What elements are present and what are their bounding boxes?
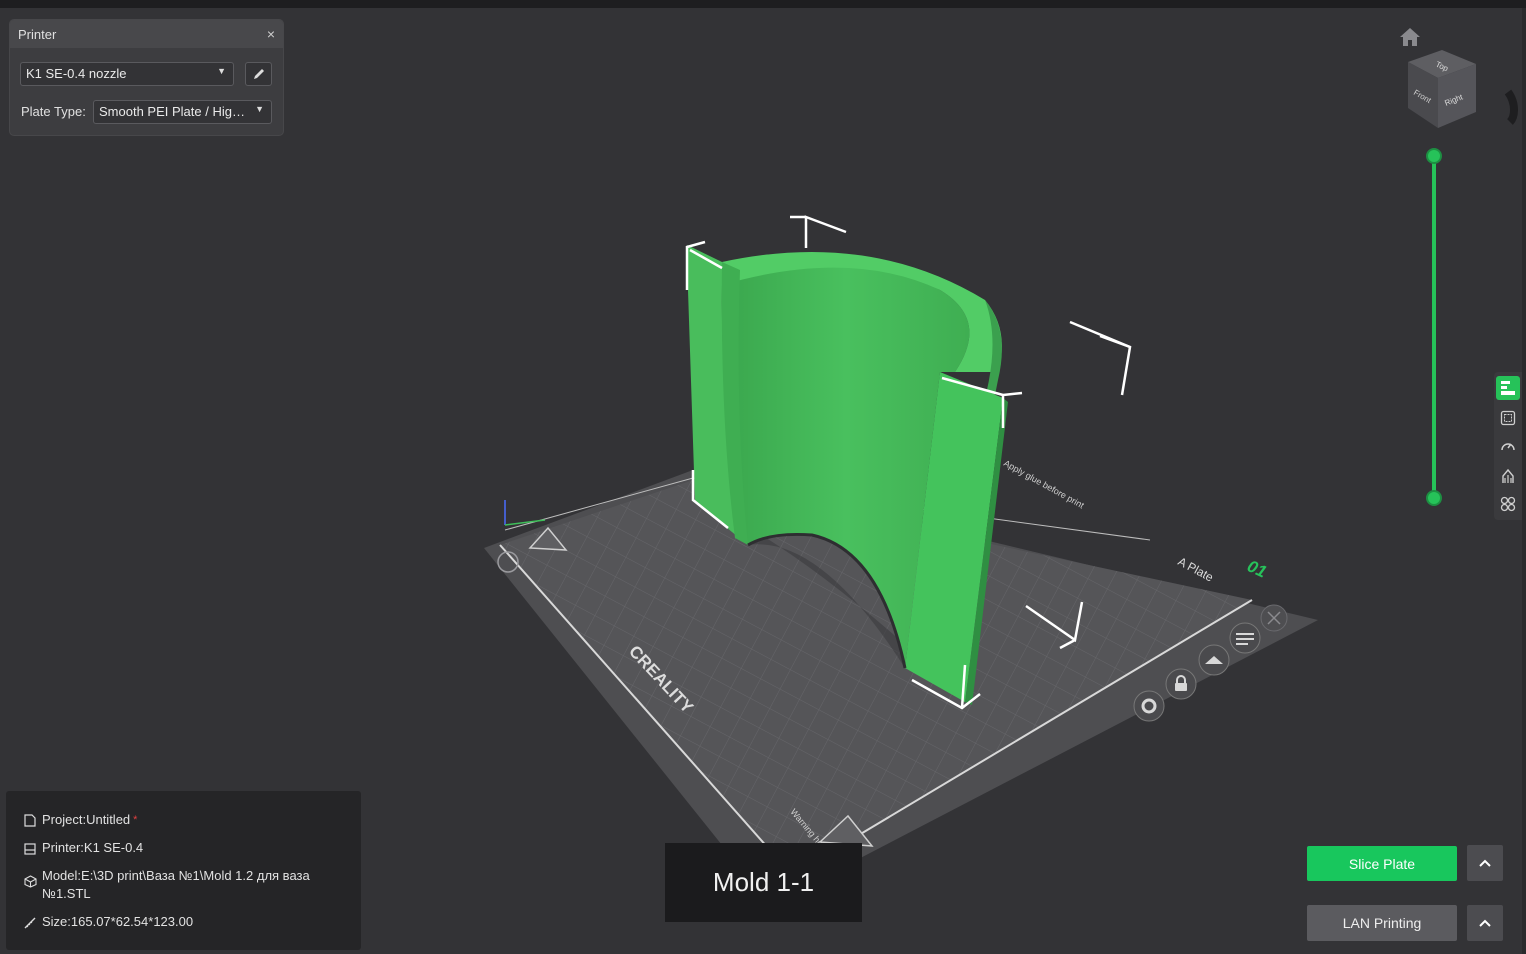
info-panel: Project:Untitled * Printer:K1 SE-0.4 Mode… [6,791,361,950]
support-icon [1502,468,1514,483]
more-tools-button[interactable] [1496,492,1520,516]
printer-panel-title: Printer [18,26,57,42]
print-options-button[interactable] [1467,905,1503,941]
bed-notice-text: Apply glue before print [1002,458,1086,511]
chevron-up-icon [1479,859,1491,867]
view-cube[interactable]: Top Front Right [1400,50,1520,132]
plate-name-text: A Plate [1176,554,1216,584]
file-icon [24,814,36,827]
plate-type-select[interactable]: Smooth PEI Plate / Hig… ▼ [93,100,272,124]
info-model-line2: №1.STL [42,886,91,901]
slice-options-button[interactable] [1467,845,1503,881]
layer-slider-track[interactable] [1432,156,1436,498]
edit-printer-button[interactable] [245,62,272,86]
objects-view-button[interactable] [1496,376,1520,400]
plate-view-button[interactable] [1496,406,1520,430]
layers-icon [1501,381,1515,395]
chevron-up-icon [1479,919,1491,927]
home-icon[interactable] [1398,26,1422,48]
command-icon [1500,496,1516,512]
cube-icon [24,875,37,888]
chevron-down-icon: ▼ [217,66,226,76]
close-icon[interactable]: × [267,26,275,42]
bounding-box-icon [1500,410,1516,426]
printer-icon [24,843,36,855]
plate-number-text: 01 [1244,556,1269,581]
support-view-button[interactable] [1496,464,1520,488]
printer-select[interactable]: K1 SE-0.4 nozzle ▼ [20,62,234,86]
slice-plate-button[interactable]: Slice Plate [1307,846,1457,881]
plate-type-label: Plate Type: [21,104,86,119]
right-toolbar [1494,372,1522,520]
lock-icon [1175,683,1187,691]
info-size-row: Size:165.07*62.54*123.00 [24,913,193,934]
info-model-line1: Model:E:\3D print\Ваза №1\Mold 1.2 для в… [42,868,310,883]
printer-panel-header: Printer × [10,20,283,48]
info-printer-row: Printer:K1 SE-0.4 [24,839,143,860]
info-project-row: Project:Untitled * [24,811,137,832]
info-model-row: Model:E:\3D print\Ваза №1\Mold 1.2 для в… [24,867,310,903]
unsaved-marker: * [133,814,138,826]
layer-slider-bottom-handle[interactable] [1426,490,1442,506]
pencil-icon [253,69,264,79]
chevron-down-icon: ▼ [255,104,264,114]
info-printer-text: Printer:K1 SE-0.4 [42,840,144,855]
speed-view-button[interactable] [1496,434,1520,458]
plate-type-select-value: Smooth PEI Plate / Hig… [99,104,245,119]
lan-printing-button[interactable]: LAN Printing [1307,905,1457,941]
ruler-icon [24,917,36,929]
layer-slider-top-handle[interactable] [1426,148,1442,164]
plate-settings-button[interactable] [1133,690,1165,722]
speedometer-icon [1501,443,1515,451]
model-name-label: Mold 1-1 [665,843,862,922]
printer-select-value: K1 SE-0.4 nozzle [26,66,127,81]
printer-panel: Printer × K1 SE-0.4 nozzle ▼ Plate Type:… [10,20,283,135]
info-size-text: Size:165.07*62.54*123.00 [42,914,194,929]
info-project-text: Project:Untitled [42,812,131,827]
